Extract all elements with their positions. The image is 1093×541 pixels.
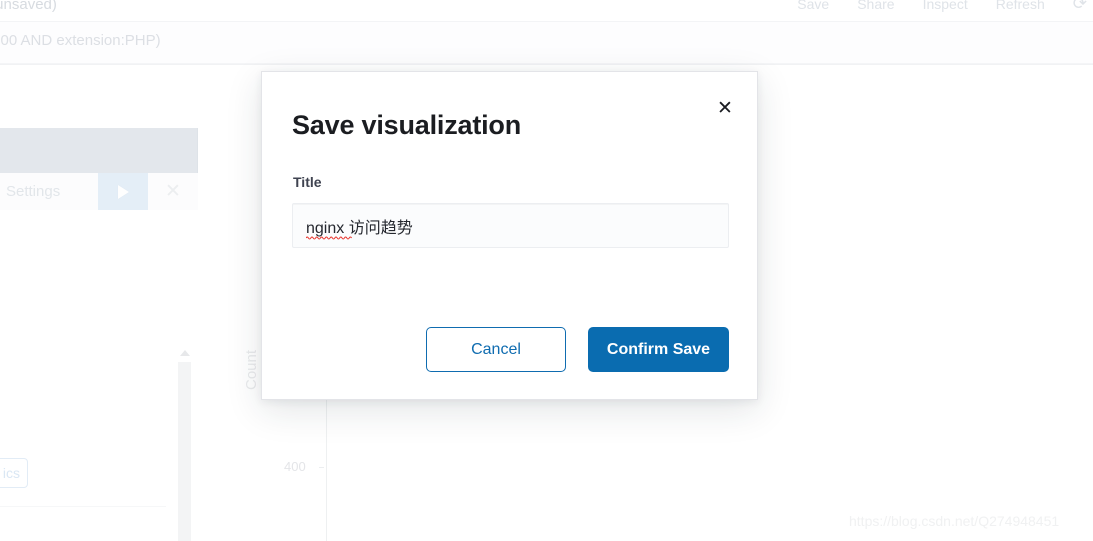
save-visualization-modal: ✕ Save visualization Title Cancel Confir…: [261, 71, 758, 400]
toolbar-divider: [0, 64, 1093, 65]
apply-changes-button[interactable]: [98, 173, 148, 210]
visualization-editor-sidebar: Settings ✕ ics ✖ Date Histogram help: [0, 128, 198, 541]
watermark: https://blog.csdn.net/Q274948451: [849, 513, 1060, 529]
query-input-text[interactable]: :200 AND extension:PHP): [0, 32, 161, 49]
y-axis-tick-label: 400: [284, 459, 306, 474]
inspect-button[interactable]: Inspect: [923, 0, 968, 12]
app-root: ion (unsaved) Save Share Inspect Refresh…: [0, 0, 1093, 541]
modal-title: Save visualization: [292, 110, 521, 140]
tab-settings[interactable]: Settings: [0, 173, 98, 210]
share-button[interactable]: Share: [857, 0, 894, 12]
scrollbar-thumb[interactable]: [178, 362, 191, 541]
cancel-button[interactable]: Cancel: [426, 327, 566, 372]
y-axis-title: Count: [243, 349, 260, 390]
metrics-tab-chip[interactable]: ics: [0, 458, 28, 488]
title-field-label: Title: [293, 174, 322, 190]
confirm-save-button[interactable]: Confirm Save: [588, 327, 729, 372]
refresh-circle-icon[interactable]: ⟳: [1073, 0, 1087, 12]
y-axis-tick-mark: [319, 467, 324, 468]
sidebar-header-bar: [0, 128, 198, 173]
breadcrumb[interactable]: ion (unsaved): [0, 0, 57, 13]
save-button[interactable]: Save: [797, 0, 829, 12]
close-icon: ✕: [165, 181, 181, 202]
refresh-button[interactable]: Refresh: [996, 0, 1045, 12]
close-icon[interactable]: ✕: [715, 98, 735, 118]
sidebar-content: [0, 210, 198, 541]
query-bar[interactable]: :200 AND extension:PHP): [0, 22, 1093, 64]
scroll-up-arrow[interactable]: [180, 350, 190, 356]
sidebar-section-divider: [0, 506, 166, 507]
sidebar-scrollbar[interactable]: [178, 350, 191, 541]
close-editor-button[interactable]: ✕: [148, 173, 198, 210]
modal-footer: Cancel Confirm Save: [262, 327, 759, 372]
play-apply-icon: [117, 184, 129, 199]
sidebar-tab-row: Settings ✕: [0, 173, 198, 210]
top-action-group: Save Share Inspect Refresh ⟳: [797, 0, 1087, 12]
top-navigation-bar: ion (unsaved) Save Share Inspect Refresh…: [0, 0, 1093, 22]
title-input[interactable]: [292, 203, 729, 248]
